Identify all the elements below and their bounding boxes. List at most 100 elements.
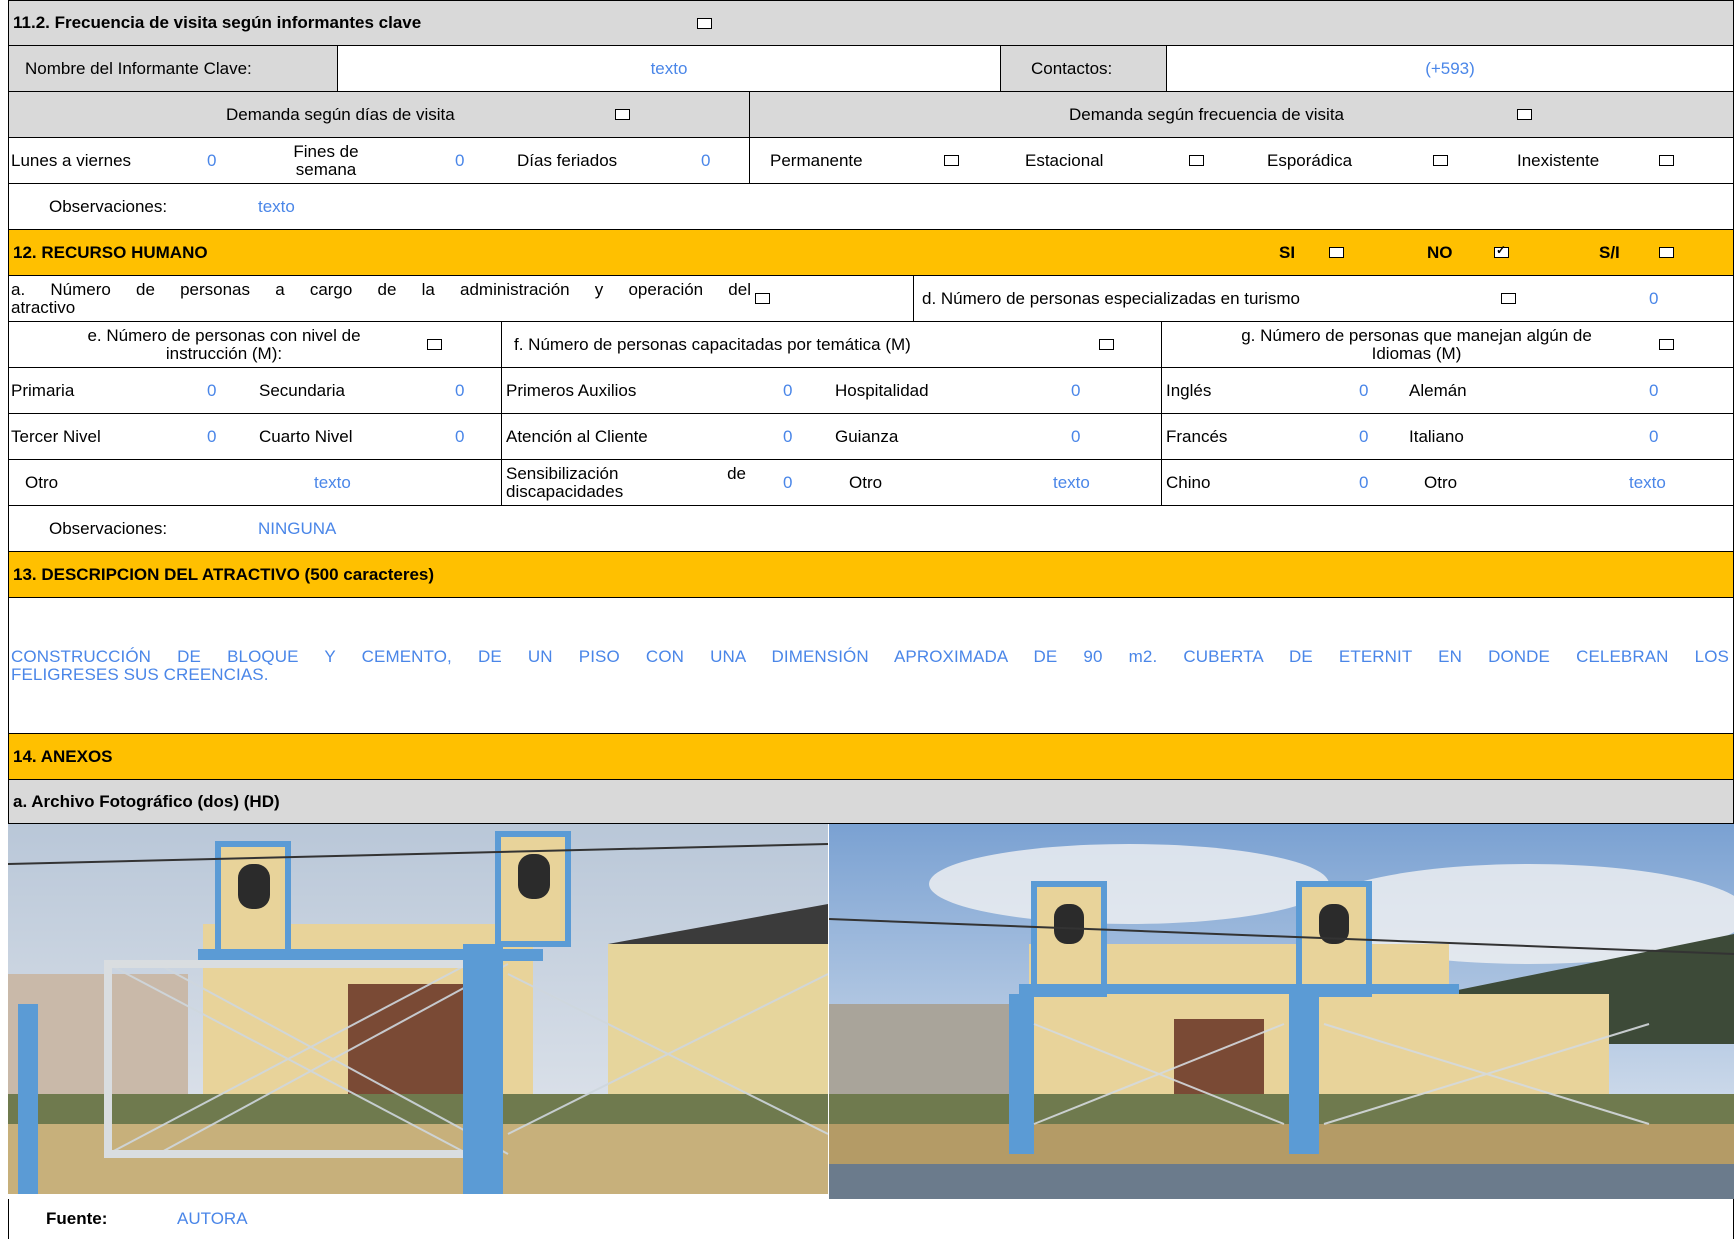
- ingles-value[interactable]: 0: [1359, 368, 1379, 413]
- otro3-value[interactable]: texto: [1629, 460, 1709, 505]
- row-e-f-g: e. Número de personas con nivel de instr…: [8, 322, 1734, 368]
- f-checkbox[interactable]: [1099, 339, 1114, 350]
- section-12-header: 12. RECURSO HUMANO SI NO S/I: [8, 230, 1734, 276]
- estacional-checkbox[interactable]: [1189, 155, 1204, 166]
- demanda-freq-checkbox[interactable]: [1517, 109, 1532, 120]
- observaciones-11-value[interactable]: texto: [258, 184, 658, 229]
- primeros-value[interactable]: 0: [783, 368, 803, 413]
- row-instruction-2: Tercer Nivel 0 Cuarto Nivel 0 Atención a…: [8, 414, 1734, 460]
- archivo-label: a. Archivo Fotográfico (dos) (HD): [13, 791, 280, 811]
- sensib-label-de: de: [727, 463, 746, 483]
- esporadica-checkbox[interactable]: [1433, 155, 1448, 166]
- sensib-label-line-1: Sensibilización de: [506, 463, 746, 483]
- cuarto-label: Cuarto Nivel: [259, 426, 353, 446]
- frances-label: Francés: [1161, 414, 1311, 459]
- row-instruction-3: Otro texto Sensibilización de discapacida…: [8, 460, 1734, 506]
- lunes-value[interactable]: 0: [207, 138, 227, 183]
- hospitalidad-label: Hospitalidad: [835, 380, 929, 400]
- g-label-line-1: g. Número de personas que manejan algún …: [1241, 325, 1592, 345]
- primeros-label: Primeros Auxilios: [501, 368, 781, 413]
- a-checkbox[interactable]: [755, 293, 770, 304]
- primaria-value[interactable]: 0: [207, 368, 227, 413]
- esporadica-label: Esporádica: [1267, 150, 1353, 170]
- section-14-header: 14. ANEXOS: [8, 734, 1734, 780]
- d-label: d. Número de personas especializadas en …: [913, 276, 1733, 321]
- e-checkbox[interactable]: [427, 339, 442, 350]
- aleman-value[interactable]: 0: [1649, 368, 1669, 413]
- ingles-label: Inglés: [1161, 368, 1311, 413]
- chino-value[interactable]: 0: [1359, 460, 1379, 505]
- lunes-label: Lunes a viernes: [11, 150, 132, 170]
- fines-label: Fines de semana: [271, 138, 381, 183]
- g-label-line-2: Idiomas (M): [1371, 343, 1462, 363]
- section-11-2-header: 11.2. Frecuencia de visita según informa…: [8, 0, 1734, 46]
- contactos-input[interactable]: (+593): [1166, 46, 1733, 91]
- otro2-value[interactable]: texto: [1053, 460, 1133, 505]
- fines-value[interactable]: 0: [455, 138, 475, 183]
- a-label: a. Número de personas a cargo de la admi…: [11, 276, 751, 321]
- atencion-value[interactable]: 0: [783, 414, 803, 459]
- secundaria-label: Secundaria: [259, 380, 346, 400]
- chino-label: Chino: [1161, 460, 1311, 505]
- demanda-header-row: Demanda según días de visita Demanda seg…: [8, 92, 1734, 138]
- e-label: e. Número de personas con nivel de instr…: [29, 322, 419, 367]
- demanda-options-row: Lunes a viernes 0 Fines de semana 0 Días…: [8, 138, 1734, 184]
- a-label-line-2: atractivo: [11, 297, 76, 317]
- otro1-value[interactable]: texto: [314, 460, 394, 505]
- fuente-row: Fuente: AUTORA: [8, 1199, 1734, 1239]
- description-row: CONSTRUCCIÓN DE BLOQUE Y CEMENTO, DE UN …: [8, 598, 1734, 734]
- d-checkbox[interactable]: [1501, 293, 1516, 304]
- g-checkbox[interactable]: [1659, 339, 1674, 350]
- hospitalidad-value[interactable]: 0: [1071, 368, 1091, 413]
- observaciones-12-value[interactable]: NINGUNA: [258, 506, 658, 551]
- estacional-label: Estacional: [1025, 150, 1104, 170]
- section-11-2-checkbox[interactable]: [697, 18, 712, 29]
- sensib-label-line-2: discapacidades: [506, 481, 624, 501]
- observaciones-12-row: Observaciones: NINGUNA: [8, 506, 1734, 552]
- italiano-value[interactable]: 0: [1649, 414, 1669, 459]
- fuente-value[interactable]: AUTORA: [177, 1199, 377, 1239]
- inventory-sheet: 11.2. Frecuencia de visita según informa…: [0, 0, 1734, 1239]
- permanente-checkbox[interactable]: [944, 155, 959, 166]
- section-11-2-title: 11.2. Frecuencia de visita según informa…: [13, 13, 422, 32]
- guianza-value[interactable]: 0: [1071, 414, 1091, 459]
- tercer-label: Tercer Nivel: [11, 426, 101, 446]
- contactos-label: Contactos:: [1000, 46, 1166, 91]
- fines-label-line-2: semana: [295, 159, 357, 179]
- cuarto-value[interactable]: 0: [455, 414, 475, 459]
- demanda-dias-checkbox[interactable]: [615, 109, 630, 120]
- sensib-value[interactable]: 0: [783, 460, 803, 505]
- frances-value[interactable]: 0: [1359, 414, 1379, 459]
- description-line-2: FELIGRESES SUS CREENCIAS.: [11, 664, 269, 684]
- church-photo-2-image: [829, 824, 1734, 1199]
- g-label: g. Número de personas que manejan algún …: [1161, 322, 1661, 367]
- otro2-label: Otro: [849, 472, 883, 492]
- secundaria-value[interactable]: 0: [455, 368, 475, 413]
- guianza-label: Guianza: [835, 426, 899, 446]
- feriados-value[interactable]: 0: [701, 138, 721, 183]
- demanda-dias-label: Demanda según días de visita: [226, 104, 455, 124]
- row-instruction-1: Primaria 0 Secundaria 0 Primeros Auxilio…: [8, 368, 1734, 414]
- inexistente-label: Inexistente: [1517, 150, 1600, 170]
- archivo-row: a. Archivo Fotográfico (dos) (HD): [8, 780, 1734, 824]
- informante-input[interactable]: texto: [337, 46, 1000, 91]
- tercer-value[interactable]: 0: [207, 414, 227, 459]
- permanente-label: Permanente: [749, 138, 919, 183]
- aleman-label: Alemán: [1409, 380, 1467, 400]
- d-value[interactable]: 0: [1649, 276, 1669, 321]
- sn-checkbox[interactable]: [1659, 247, 1674, 258]
- photo-1: [8, 824, 828, 1194]
- section-13-title: 13. DESCRIPCION DEL ATRACTIVO (500 carac…: [13, 564, 435, 584]
- si-label: SI: [1279, 242, 1296, 262]
- atencion-label: Atención al Cliente: [501, 414, 781, 459]
- no-checkbox[interactable]: [1494, 243, 1509, 258]
- demanda-freq-label: Demanda según frecuencia de visita: [749, 92, 1733, 137]
- inexistente-checkbox[interactable]: [1659, 155, 1674, 166]
- sensib-label-word: Sensibilización: [506, 463, 619, 483]
- description-text[interactable]: CONSTRUCCIÓN DE BLOQUE Y CEMENTO, DE UN …: [11, 598, 1731, 733]
- si-checkbox[interactable]: [1329, 247, 1344, 258]
- feriados-label: Días feriados: [517, 150, 618, 170]
- row-a-d: a. Número de personas a cargo de la admi…: [8, 276, 1734, 322]
- description-line-1: CONSTRUCCIÓN DE BLOQUE Y CEMENTO, DE UN …: [11, 646, 1729, 666]
- fuente-label: Fuente:: [46, 1209, 108, 1228]
